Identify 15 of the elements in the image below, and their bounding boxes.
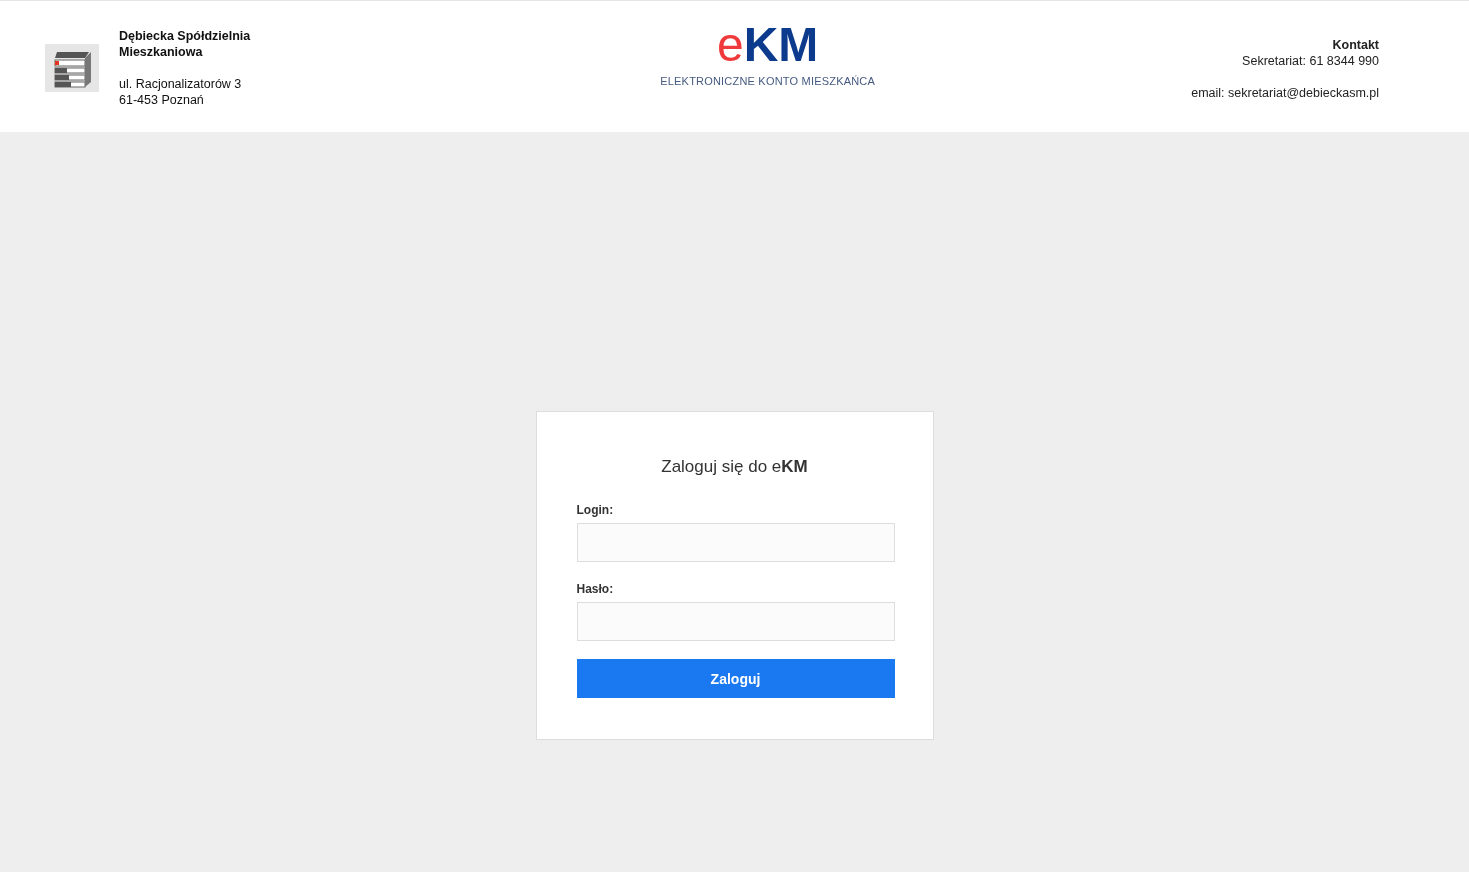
input-field[interactable] [576, 602, 895, 641]
field-label: Login: [576, 503, 615, 517]
logo-subtitle: ELEKTRONICZNE KONTO MIESZKAŃCA [660, 75, 876, 87]
organization-name: Dębiecka Spółdzielnia Mieszkaniowa [119, 28, 252, 60]
phone-text: Sekretariat: 61 8344 990 [1241, 53, 1379, 69]
email-text: email: sekretariat@debieckasm.pl [1191, 85, 1379, 101]
login-title: Zaloguj się do eKM [660, 457, 809, 477]
logo: eKM [716, 21, 819, 69]
address-line: 61-453 Poznań [119, 92, 205, 108]
address-line: ul. Racjonalizatorów 3 [119, 76, 243, 92]
building-icon [45, 44, 99, 92]
input-field[interactable] [576, 523, 895, 562]
field-label: Hasło: [576, 582, 615, 596]
login-button[interactable]: Zaloguj [576, 659, 895, 698]
contact-heading: Kontakt [1331, 37, 1379, 53]
